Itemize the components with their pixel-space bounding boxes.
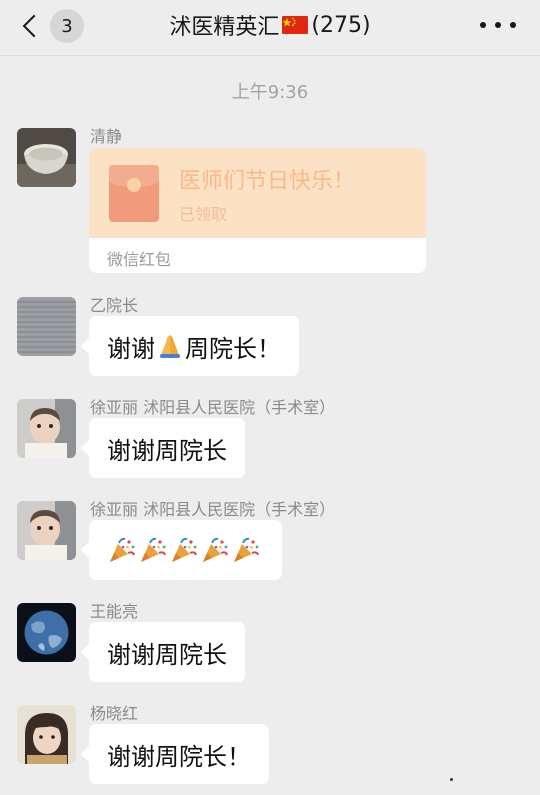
red-envelope-icon [109,165,159,222]
more-dot [510,22,516,28]
message-bubble[interactable] [81,520,282,580]
sender-name: 乙院长 [90,296,139,315]
sender-name: 王能亮 [90,602,139,621]
sender-name: 徐亚丽 沭阳县人民医院（手术室） [90,500,336,519]
message-timestamp: 上午9:36 [231,82,309,103]
sender-name: 杨晓红 [90,704,139,723]
unread-count-badge: 3 [50,9,84,43]
red-packet-label: 微信红包 [107,250,172,269]
message-bubble[interactable]: 谢谢周院长 [81,622,245,682]
member-count: (275) [311,12,371,38]
more-options-button[interactable] [480,10,516,40]
avatar[interactable] [17,297,76,356]
avatar[interactable] [17,603,76,662]
folded-hands-icon [155,331,185,361]
party-popper-icon [138,535,169,565]
avatar[interactable] [17,501,76,560]
message-bubble[interactable]: 谢谢周院长！ [81,724,269,784]
group-name: 沭医精英汇 [169,15,280,40]
party-popper-icon [231,535,262,565]
back-button[interactable]: 3 [16,6,88,46]
message-bubble[interactable]: 谢谢 周院长！ [81,316,299,376]
avatar[interactable] [17,399,76,458]
red-packet-message[interactable]: 医师们节日快乐！ 已领取 微信红包 [89,148,426,273]
more-dot [495,22,501,28]
message-text: 谢谢 [107,334,155,363]
red-packet-status: 已领取 [179,205,228,224]
message-text: 谢谢周院长 [107,640,227,669]
scroll-dot [450,778,453,781]
avatar[interactable] [17,705,76,764]
china-flag-icon [282,16,309,34]
message-bubble[interactable]: 谢谢周院长 [81,418,245,478]
more-dots-icon [480,22,486,28]
message-text: 周院长！ [185,334,281,363]
red-packet-title: 医师们节日快乐！ [179,169,356,194]
red-envelope-coin [127,178,141,192]
message-text: 谢谢周院长！ [107,742,251,771]
party-popper-icon [169,535,200,565]
red-packet-footer: 微信红包 [89,238,426,273]
red-packet-body: 医师们节日快乐！ 已领取 [89,148,426,238]
sender-name: 徐亚丽 沭阳县人民医院（手术室） [90,398,336,417]
chat-title: 沭医精英汇 (275) [110,10,430,41]
sender-name: 清静 [90,127,123,146]
message-text: 谢谢周院长 [107,436,227,465]
party-popper-icon [107,535,138,565]
chevron-left-icon [22,14,46,38]
chat-header: 3 沭医精英汇 (275) [0,0,540,56]
avatar[interactable] [17,128,76,187]
party-popper-icon [200,535,231,565]
